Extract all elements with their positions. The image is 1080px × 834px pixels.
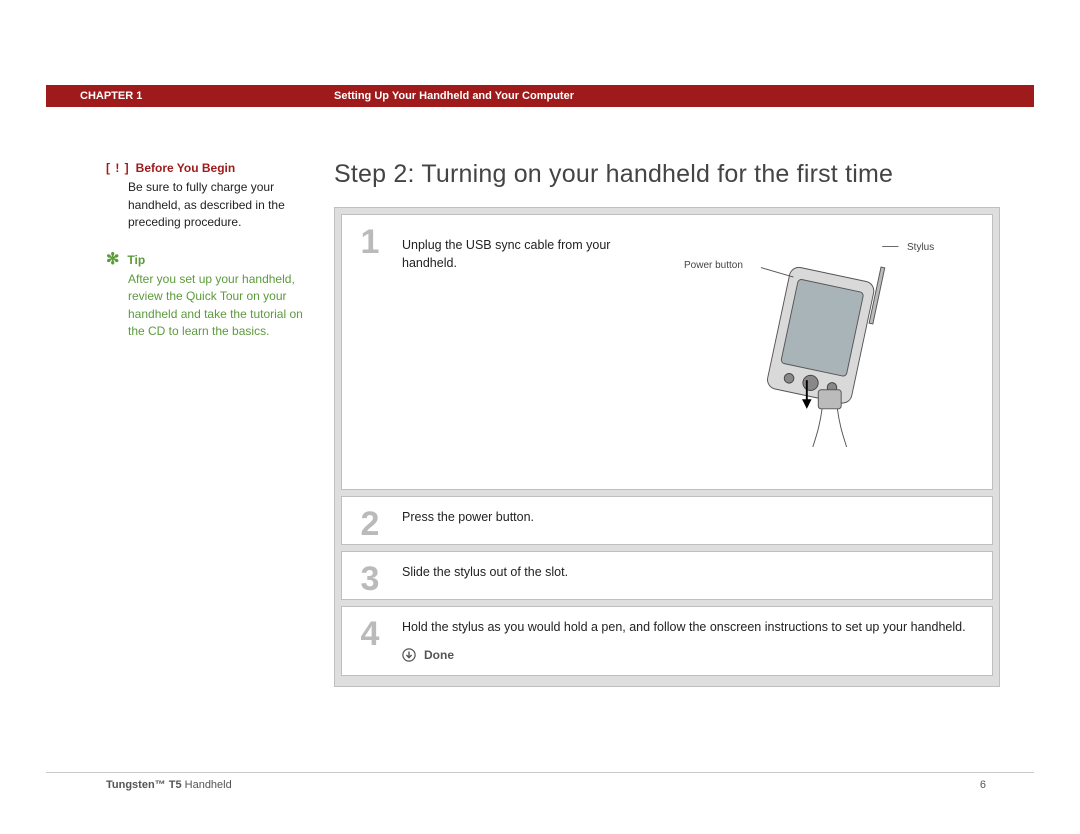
before-you-begin-title: Before You Begin: [136, 160, 236, 177]
tip-title: Tip: [127, 252, 145, 269]
step-row: 1 Unplug the USB sync cable from your ha…: [341, 214, 993, 490]
exclamation-icon: [ ! ]: [106, 160, 130, 177]
asterisk-icon: ✻: [106, 252, 119, 268]
main-column: Step 2: Turning on your handheld for the…: [334, 160, 1034, 687]
steps-container: 1 Unplug the USB sync cable from your ha…: [334, 207, 1000, 687]
step-text: Hold the stylus as you would hold a pen,…: [402, 619, 978, 637]
diagram-label-power-button: Power button: [684, 259, 743, 273]
footer-product-rest: Handheld: [182, 779, 232, 791]
done-label: Done: [424, 647, 454, 664]
before-you-begin-body: Be sure to fully charge your handheld, a…: [106, 179, 310, 231]
chapter-label: CHAPTER 1: [46, 90, 334, 102]
page-title: Step 2: Turning on your handheld for the…: [334, 160, 1000, 189]
step-number: 2: [342, 497, 398, 544]
page-footer: Tungsten™ T5 Handheld 6: [46, 772, 1034, 797]
handheld-svg: [632, 237, 932, 447]
section-title: Setting Up Your Handheld and Your Comput…: [334, 90, 574, 102]
step-row: 2 Press the power button.: [341, 496, 993, 545]
chapter-header-bar: CHAPTER 1 Setting Up Your Handheld and Y…: [46, 85, 1034, 107]
step-text: Slide the stylus out of the slot.: [398, 552, 992, 599]
diagram-label-stylus: Stylus: [907, 241, 934, 255]
handheld-diagram: Power button Stylus: [632, 237, 978, 467]
footer-product-name: Tungsten™ T5: [106, 779, 182, 791]
done-indicator: Done: [402, 647, 978, 664]
step-number: 1: [342, 215, 398, 489]
step-row: 3 Slide the stylus out of the slot.: [341, 551, 993, 600]
step-text: Press the power button.: [398, 497, 992, 544]
step-text: Unplug the USB sync cable from your hand…: [402, 237, 612, 467]
before-you-begin-heading: [ ! ] Before You Begin: [106, 160, 310, 177]
down-arrow-done-icon: [402, 648, 416, 662]
step-number: 4: [342, 607, 398, 675]
step-number: 3: [342, 552, 398, 599]
tip-heading: ✻ Tip: [106, 252, 310, 269]
tip-body: After you set up your handheld, review t…: [106, 271, 310, 341]
footer-page-number: 6: [980, 779, 986, 791]
step-row: 4 Hold the stylus as you would hold a pe…: [341, 606, 993, 676]
sidebar: [ ! ] Before You Begin Be sure to fully …: [46, 160, 334, 687]
content-area: [ ! ] Before You Begin Be sure to fully …: [46, 160, 1034, 687]
